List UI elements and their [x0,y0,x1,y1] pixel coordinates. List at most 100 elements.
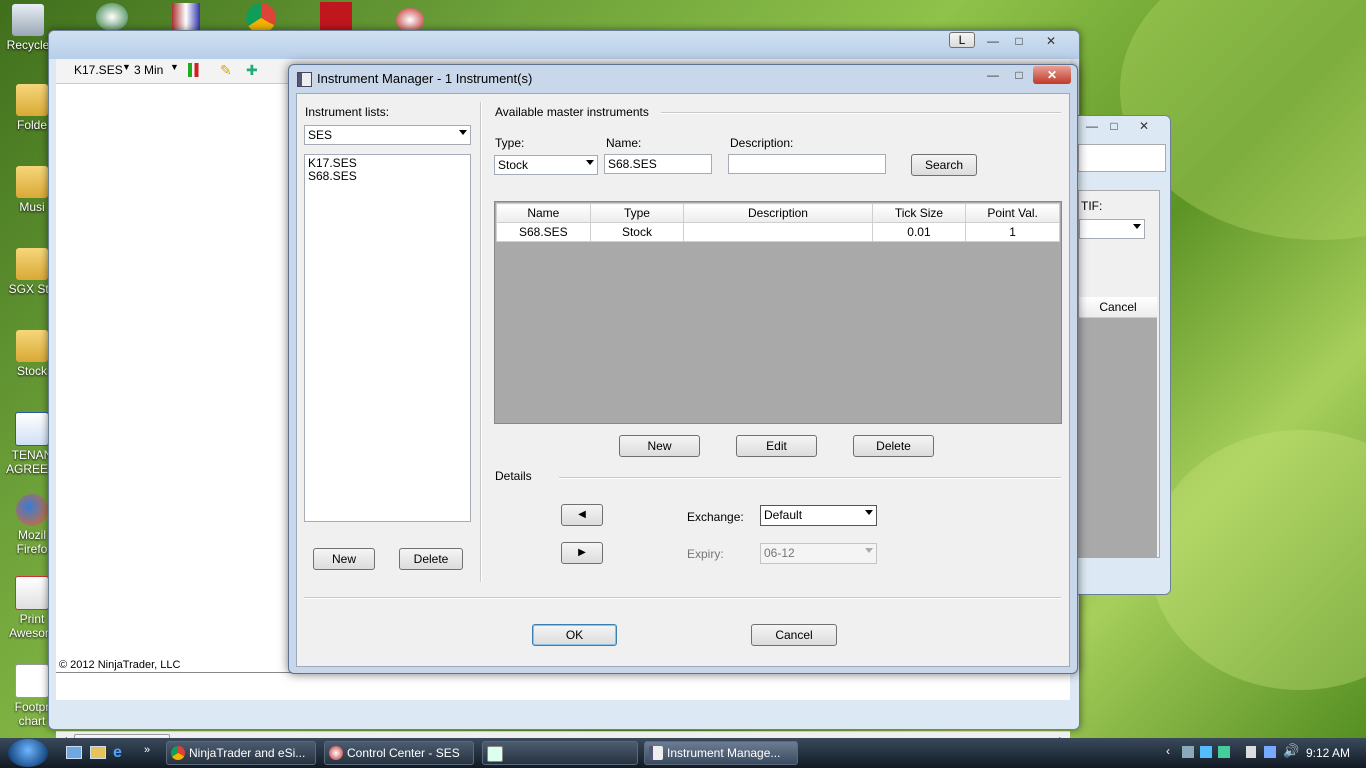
ie-icon[interactable]: e [113,744,122,762]
more-icon[interactable]: » [144,744,150,756]
name-label: Name: [606,136,642,150]
column-header-point-value[interactable]: Point Val. [965,203,1060,223]
back-grid-header: Cancel [1079,297,1157,318]
column-header-tick-size[interactable]: Tick Size [871,203,967,223]
tray-icon-power[interactable] [1246,746,1256,758]
chart-file-icon [15,664,49,698]
volume-icon[interactable]: 🔊 [1283,743,1299,759]
instrument-list-combo[interactable]: SES [304,125,471,145]
instrument-list-items[interactable]: K17.SES S68.SES [304,154,471,522]
desktop-icon-top-5[interactable] [396,8,424,32]
cell-description [683,222,873,242]
type-value: Stock [498,158,529,172]
print-icon [15,576,49,610]
crosshair-icon[interactable]: ✚ [246,62,258,79]
desktop-icon-top-2[interactable] [172,3,200,31]
description-input[interactable] [728,154,886,174]
instrument-grid[interactable]: Name Type Description Tick Size Point Va… [494,201,1062,424]
previous-arrow-button[interactable]: ◀ [561,504,603,526]
new-instrument-button[interactable]: New [619,435,700,457]
desktop-icon-top-1[interactable] [96,3,128,31]
taskbar-item-label: Instrument Manage... [667,746,781,760]
word-document-icon [15,412,49,446]
maximize-icon[interactable]: □ [1007,33,1031,49]
pencil-icon[interactable]: ✎ [220,62,232,79]
cancel-button[interactable]: Cancel [751,624,837,646]
folder-icon [16,248,48,280]
taskbar-item-instrument-manager[interactable]: Instrument Manage... [644,741,798,765]
chrome-icon[interactable] [246,3,276,33]
column-header-name[interactable]: Name [496,203,591,223]
dialog-title: Instrument Manager - 1 Instrument(s) [317,71,533,86]
table-row[interactable]: S68.SES Stock 0.01 1 [496,222,1060,242]
chevron-down-icon[interactable]: ▼ [170,62,179,72]
tray-icon-display[interactable] [1264,746,1276,758]
show-desktop-icon[interactable] [66,746,82,759]
taskbar: e » NinjaTrader and eSi... Control Cente… [0,738,1366,768]
table-header-row: Name Type Description Tick Size Point Va… [496,203,1060,223]
recycle-bin-icon [12,4,44,36]
expiry-value: 06-12 [764,546,795,560]
desktop-icon-label: Mozil Firefo [16,528,48,556]
candlestick-icon[interactable] [188,63,202,77]
desktop-icon-label: Recycle [6,38,50,52]
name-input[interactable]: S68.SES [604,154,712,174]
expiry-label: Expiry: [687,547,724,561]
close-icon[interactable]: ✕ [1132,118,1156,134]
minimize-icon[interactable]: — [981,33,1005,49]
tif-combo[interactable] [1079,219,1145,239]
cell-tick-size: 0.01 [871,222,967,242]
exchange-label: Exchange: [687,510,744,524]
tray-icon-dropbox[interactable] [1200,746,1212,758]
clock[interactable]: 9:12 AM [1306,746,1350,760]
type-combo[interactable]: Stock [494,155,598,175]
taskbar-item-ninjatrader-esignal[interactable]: NinjaTrader and eSi... [166,741,316,765]
tif-label: TIF: [1081,199,1103,213]
exchange-value: Default [764,508,803,522]
list-new-button[interactable]: New [313,548,375,570]
chart-l-button[interactable]: L [949,32,975,48]
minimize-icon[interactable]: — [1080,118,1104,134]
edit-instrument-button[interactable]: Edit [736,435,817,457]
maximize-icon[interactable]: □ [1007,67,1031,83]
minimize-icon[interactable]: — [981,67,1005,83]
desktop-icon-top-4[interactable] [320,2,352,32]
list-delete-button[interactable]: Delete [399,548,463,570]
interval-selector[interactable]: 3 Min [134,63,163,77]
expiry-combo: 06-12 [760,543,877,564]
explorer-icon[interactable] [90,746,106,759]
ok-button[interactable]: OK [532,624,617,646]
tray-expand-icon[interactable]: ‹ [1166,744,1170,758]
available-master-instruments-label: Available master instruments [495,105,649,119]
maximize-icon[interactable]: □ [1102,118,1126,134]
order-entry-window: — □ ✕ TIF: Cancel [1078,115,1171,595]
details-separator [559,477,1061,479]
delete-instrument-button[interactable]: Delete [853,435,934,457]
chevron-down-icon[interactable]: ▼ [122,62,131,72]
close-button[interactable]: ✕ [1033,66,1071,84]
taskbar-item-label: NinjaTrader and eSi... [189,746,306,760]
instrument-selector[interactable]: K17.SES [74,63,123,77]
next-arrow-button[interactable]: ▶ [561,542,603,564]
footer-separator [304,597,1061,599]
folder-icon [16,166,48,198]
tray-icon-app[interactable] [1218,746,1230,758]
column-header-description[interactable]: Description [683,203,873,223]
chevron-down-icon [1133,224,1141,229]
close-icon[interactable]: ✕ [1039,33,1063,49]
column-header-type[interactable]: Type [589,203,685,223]
tray-icon-network[interactable] [1182,746,1194,758]
taskbar-item-control-center[interactable]: Control Center - SES [324,741,474,765]
chevron-down-icon [865,510,873,515]
type-label: Type: [495,136,525,150]
desktop-icon-label: Folde [16,118,48,132]
list-item[interactable]: S68.SES [308,170,467,183]
wallpaper-leaf [1150,430,1366,690]
desktop-icon-label: Musi [19,200,45,214]
exchange-combo[interactable]: Default [760,505,877,526]
instrument-manager-dialog: Instrument Manager - 1 Instrument(s) — □… [288,64,1078,674]
start-button[interactable] [8,739,48,767]
search-button[interactable]: Search [911,154,977,176]
app-icon [297,72,312,87]
taskbar-item-chart[interactable] [482,741,638,765]
